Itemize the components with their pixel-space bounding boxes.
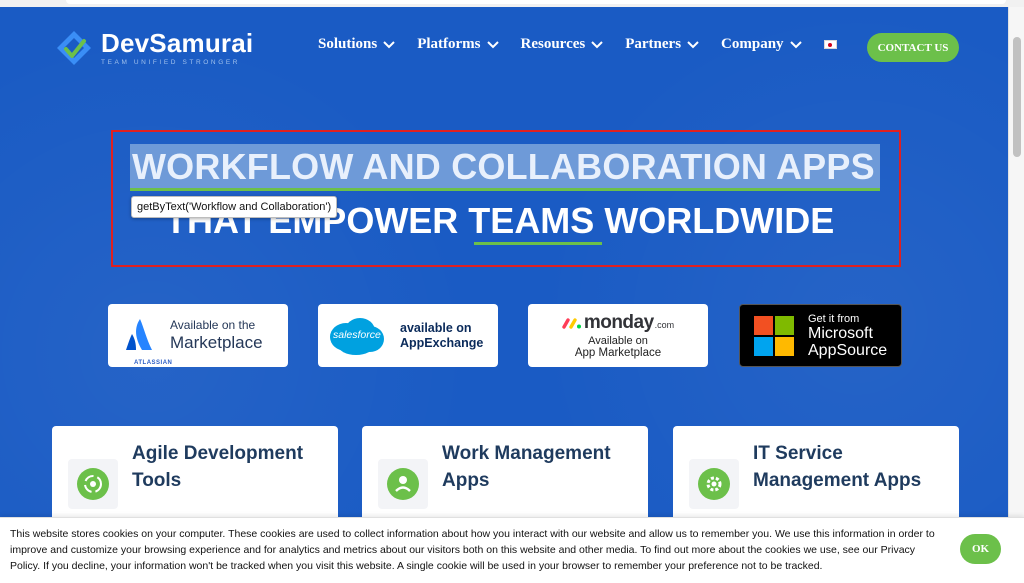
card-title: Agile Development Tools <box>132 443 304 491</box>
agile-cycle-icon <box>68 459 118 509</box>
cookie-text: This website stores cookies on your comp… <box>10 528 935 572</box>
chevron-down-icon <box>789 40 802 48</box>
atlassian-brand: ATLASSIAN <box>134 359 173 366</box>
it-service-gear-icon <box>689 459 739 509</box>
address-area <box>66 0 1006 4</box>
nav-label: Platforms <box>417 36 481 52</box>
work-management-icon <box>378 459 428 509</box>
locator-tooltip: getByText('Workflow and Collaboration') <box>131 196 338 218</box>
salesforce-line2: AppExchange <box>400 336 484 350</box>
microsoft-line2: Microsoft <box>808 324 873 342</box>
nav-platforms[interactable]: Platforms <box>417 36 499 53</box>
japan-flag-icon[interactable] <box>823 40 837 49</box>
microsoft-logo-icon <box>754 315 794 356</box>
monday-line1: Available on <box>588 335 648 347</box>
salesforce-brand: salesforce <box>333 328 381 341</box>
page: DevSamurai TEAM UNIFIED STRONGER Solutio… <box>0 7 1008 583</box>
atlassian-marketplace-badge[interactable]: ATLASSIAN Available on the Marketplace <box>108 304 288 367</box>
nav-label: Partners <box>625 36 682 52</box>
monday-suffix: .com <box>654 320 675 330</box>
hero-title-line1: WORKFLOW AND COLLABORATION APPS <box>132 146 875 187</box>
nav-label: Company <box>721 36 784 52</box>
nav-label: Resources <box>520 36 586 52</box>
logo[interactable]: DevSamurai TEAM UNIFIED STRONGER <box>55 29 253 67</box>
salesforce-appexchange-badge[interactable]: salesforce available on AppExchange <box>318 304 498 367</box>
hero-underline <box>130 188 880 191</box>
nav-label: Solutions <box>318 36 378 52</box>
main-nav: Solutions Platforms Resources Partners C… <box>318 36 837 53</box>
nav-company[interactable]: Company <box>721 36 802 53</box>
salesforce-line1: available on <box>400 321 472 335</box>
monday-brand: monday <box>583 312 654 333</box>
devsamurai-logo-icon <box>57 31 91 65</box>
contact-us-button[interactable]: CONTACT US <box>867 33 959 62</box>
microsoft-appsource-badge[interactable]: Get it from Microsoft AppSource <box>739 304 902 367</box>
text-selection-highlight: WORKFLOW AND COLLABORATION APPS <box>130 144 880 190</box>
microsoft-line1: Get it from <box>808 312 860 325</box>
microsoft-line3: AppSource <box>808 341 888 359</box>
card-title: IT Service Management Apps <box>753 443 922 491</box>
cookie-ok-button[interactable]: OK <box>960 534 1001 564</box>
chevron-down-icon <box>591 40 603 48</box>
chevron-down-icon <box>383 40 395 48</box>
card-title: Work Management Apps <box>442 443 611 491</box>
teams-underline <box>474 242 602 245</box>
atlassian-logo-icon <box>126 318 152 350</box>
nav-solutions[interactable]: Solutions <box>318 36 395 53</box>
chevron-down-icon <box>687 40 699 48</box>
monday-logo-icon <box>562 318 581 329</box>
nav-resources[interactable]: Resources <box>521 36 604 53</box>
scrollbar-thumb[interactable] <box>1013 37 1021 157</box>
logo-name: DevSamurai <box>101 28 254 58</box>
monday-line2: App Marketplace <box>574 347 662 359</box>
logo-tagline: TEAM UNIFIED STRONGER <box>101 59 241 66</box>
cookie-banner: This website stores cookies on your comp… <box>0 517 1024 583</box>
monday-marketplace-badge[interactable]: monday .com Available on App Marketplace <box>528 304 708 367</box>
atlassian-line1: Available on the <box>170 318 256 332</box>
browser-top-strip <box>0 0 1024 7</box>
salesforce-cloud-icon: salesforce <box>326 315 388 357</box>
chevron-down-icon <box>486 40 499 48</box>
nav-partners[interactable]: Partners <box>625 36 699 53</box>
atlassian-line2: Marketplace <box>170 333 263 352</box>
page-scrollbar[interactable] <box>1008 7 1024 583</box>
